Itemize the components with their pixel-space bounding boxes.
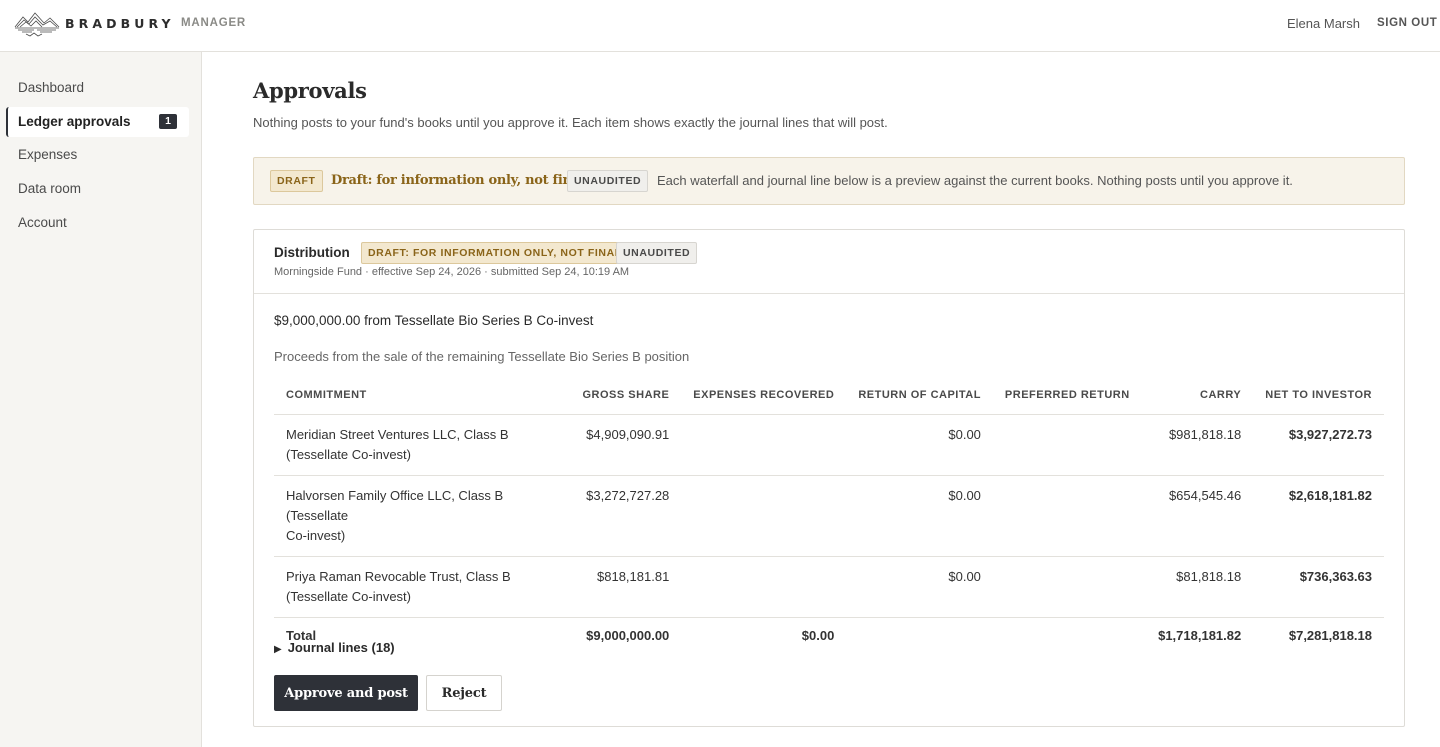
journal-lines-toggle[interactable]: ▶ Journal lines (18) [274, 640, 395, 655]
page-description: Nothing posts to your fund's books until… [253, 115, 888, 130]
page-title: Approvals [253, 78, 367, 103]
gross-share-cell: $818,181.81 [561, 556, 682, 618]
caret-right-icon: ▶ [274, 644, 282, 655]
commitment-cell: Priya Raman Revocable Trust, Class B (Tes… [274, 556, 562, 618]
net-to-investor-cell: $2,618,181.82 [1253, 475, 1384, 557]
column-header: EXPENSES RECOVERED [681, 376, 847, 415]
total-expenses-recovered: $0.00 [801, 627, 835, 643]
sidebar-item-expenses[interactable]: Expenses [6, 140, 189, 170]
preferred-return-cell [992, 414, 1142, 476]
total-gross-share: $9,000,000.00 [586, 627, 670, 643]
sign-out-link[interactable]: SIGN OUT [1377, 17, 1437, 29]
return-of-capital-cell: $0.00 [846, 414, 993, 476]
table-row: Halvorsen Family Office LLC, Class B (Te… [274, 475, 1384, 557]
sidebar-item-data-room[interactable]: Data room [6, 174, 189, 204]
expenses-recovered-cell [681, 556, 847, 618]
draft-tag: DRAFT: FOR INFORMATION ONLY, NOT FINAL [361, 242, 629, 264]
sidebar-item-dashboard[interactable]: Dashboard [6, 73, 189, 103]
total-net-to-investor: $7,281,818.18 [1288, 627, 1372, 643]
commitment-cell: Meridian Street Ventures LLC, Class B (Te… [274, 414, 562, 476]
commitment-cell: Halvorsen Family Office LLC, Class B (Te… [274, 475, 562, 557]
preferred-return-cell [992, 556, 1142, 618]
unaudited-tag: UNAUDITED [567, 170, 649, 192]
preferred-return-cell [992, 475, 1142, 557]
sidebar: Dashboard Ledger approvals 1 Expenses Da… [0, 52, 202, 747]
table-header-row: COMMITMENT GROSS SHARE EXPENSES RECOVERE… [274, 376, 1384, 415]
sidebar-item-label: Expenses [18, 147, 78, 162]
return-of-capital-cell: $0.00 [846, 475, 993, 557]
reject-button[interactable]: Reject [426, 675, 502, 711]
waterfall-table: COMMITMENT GROSS SHARE EXPENSES RECOVERE… [274, 376, 1384, 656]
brand-subtitle: MANAGER [181, 17, 247, 29]
expenses-recovered-cell [681, 475, 847, 557]
banner-text: Each waterfall and journal line below is… [657, 173, 1293, 188]
column-header: RETURN OF CAPITAL [846, 376, 993, 415]
brand-name: BRADBURY [65, 16, 175, 31]
count-badge: 1 [159, 114, 177, 129]
column-header: NET TO INVESTOR [1253, 376, 1384, 415]
banner-heading: Draft: for information only, not final. [331, 173, 589, 188]
distribution-description: Proceeds from the sale of the remaining … [274, 349, 690, 364]
total-row: Total $9,000,000.00 $0.00 $1,718,181.82 … [274, 617, 1384, 656]
sidebar-item-ledger-approvals[interactable]: Ledger approvals 1 [6, 107, 189, 137]
column-header: GROSS SHARE [561, 376, 682, 415]
mountain-logo-icon[interactable] [14, 9, 60, 37]
net-to-investor-cell: $3,927,272.73 [1253, 414, 1384, 476]
total-preferred-return [993, 617, 1142, 656]
distribution-amount: $9,000,000.00 from Tessellate Bio Series… [274, 313, 594, 328]
total-carry: $1,718,181.82 [1158, 627, 1242, 643]
carry-cell: $654,545.46 [1141, 475, 1254, 557]
sidebar-item-account[interactable]: Account [6, 208, 189, 238]
table-row: Meridian Street Ventures LLC, Class B (Te… [274, 414, 1384, 476]
journal-lines-label: Journal lines (18) [287, 640, 395, 655]
approve-and-post-button[interactable]: Approve and post [274, 675, 418, 711]
gross-share-cell: $4,909,090.91 [561, 414, 682, 476]
net-to-investor-cell: $736,363.63 [1253, 556, 1384, 618]
draft-banner: DRAFT Draft: for information only, not f… [253, 157, 1405, 205]
column-header: CARRY [1141, 376, 1254, 415]
carry-cell: $81,818.18 [1141, 556, 1254, 618]
gross-share-cell: $3,272,727.28 [561, 475, 682, 557]
card-header: Distribution DRAFT: FOR INFORMATION ONLY… [254, 230, 1404, 294]
card-meta: Morningside Fund · effective Sep 24, 202… [274, 266, 630, 278]
top-bar: BRADBURY MANAGER Elena Marsh SIGN OUT [0, 0, 1440, 52]
user-name: Elena Marsh [1287, 16, 1360, 31]
table-row: Priya Raman Revocable Trust, Class B (Tes… [274, 556, 1384, 618]
column-header: PREFERRED RETURN [992, 376, 1142, 415]
carry-cell: $981,818.18 [1141, 414, 1254, 476]
total-return-of-capital [846, 617, 993, 656]
return-of-capital-cell: $0.00 [846, 556, 993, 618]
distribution-card: Distribution DRAFT: FOR INFORMATION ONLY… [253, 229, 1405, 727]
sidebar-item-label: Account [18, 215, 67, 230]
sidebar-item-label: Ledger approvals [18, 114, 131, 129]
card-title: Distribution [274, 245, 350, 260]
sidebar-item-label: Data room [18, 181, 82, 196]
draft-tag: DRAFT [270, 170, 323, 192]
column-header: COMMITMENT [274, 376, 562, 415]
sidebar-item-label: Dashboard [18, 80, 85, 95]
unaudited-tag: UNAUDITED [616, 242, 698, 264]
expenses-recovered-cell [681, 414, 847, 476]
